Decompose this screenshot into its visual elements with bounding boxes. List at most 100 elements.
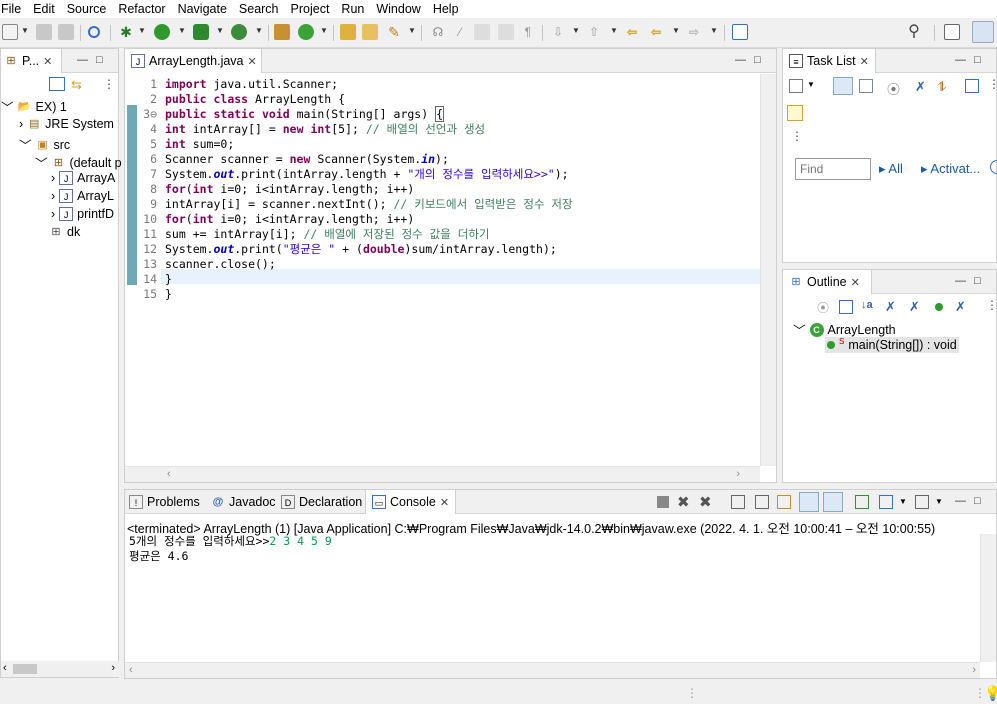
back-dropdown-icon[interactable]: ▼	[672, 26, 680, 35]
next-annotation-icon[interactable]: ⇩	[550, 24, 566, 40]
scroll-right-icon[interactable]: ›	[972, 664, 976, 676]
new-task-icon[interactable]	[789, 79, 803, 93]
menu-run[interactable]: Run	[335, 0, 370, 18]
menu-help[interactable]: Help	[427, 0, 465, 18]
horizontal-scrollbar[interactable]: ‹ ›	[125, 466, 760, 482]
focus-icon[interactable]: ⦿	[887, 79, 900, 98]
scroll-right-icon[interactable]: ›	[111, 662, 115, 674]
view-menu-icon[interactable]: ⋮	[103, 77, 115, 91]
new-class-dropdown-icon[interactable]: ▼	[320, 26, 328, 35]
scroll-thumb[interactable]	[13, 664, 37, 674]
menu-search[interactable]: Search	[233, 0, 285, 18]
tree-item-dk[interactable]: ⊞ dk	[49, 225, 80, 239]
sort-icon[interactable]: ↓a	[861, 299, 873, 311]
tree-item-project[interactable]: ﹀ 📂 EX) 1	[1, 97, 67, 116]
collapse-all-icon[interactable]	[965, 79, 979, 93]
hide-static-icon[interactable]: ✗	[909, 299, 920, 315]
search-icon[interactable]: ⚲	[906, 24, 922, 40]
scheduled-icon[interactable]	[859, 79, 873, 93]
display-console-dropdown-icon[interactable]: ▼	[899, 497, 907, 506]
tip-lightbulb-icon[interactable]: 💡	[984, 685, 997, 702]
save-all-icon[interactable]	[58, 24, 74, 40]
hide-local-types-icon[interactable]: ✗	[955, 299, 966, 315]
vertical-scrollbar[interactable]	[980, 534, 996, 662]
tree-item-jre[interactable]: › ▤ JRE System	[19, 117, 114, 131]
external-tools-dropdown-icon[interactable]: ▼	[255, 26, 263, 35]
menu-edit[interactable]: Edit	[27, 0, 61, 18]
collapse-all-icon[interactable]	[49, 77, 65, 91]
group-icon[interactable]: ⦿	[817, 299, 829, 316]
forward-icon[interactable]: ⇨	[686, 24, 702, 40]
next-annotation-dropdown-icon[interactable]: ▼	[572, 26, 580, 35]
remove-launch-icon[interactable]: ✖	[677, 493, 690, 511]
show-whitespace-icon[interactable]: ¶	[520, 24, 536, 40]
new-task-dropdown-icon[interactable]: ▼	[807, 80, 815, 89]
open-perspective-icon[interactable]	[944, 24, 960, 40]
find-input[interactable]	[795, 158, 871, 180]
close-icon[interactable]: ✕	[248, 55, 257, 68]
hide-fields-icon[interactable]: ✗	[885, 299, 896, 315]
close-icon[interactable]: ✕	[851, 276, 860, 289]
open-console-icon[interactable]	[915, 495, 929, 509]
coverage-dropdown-icon[interactable]: ▼	[216, 26, 224, 35]
menu-project[interactable]: Project	[285, 0, 336, 18]
code-editor[interactable]: 1 2 3⊖ 4 5 6 7 8 9 10 11 12 13 14 15 import java.util.…	[125, 74, 760, 466]
scroll-left-icon[interactable]: ‹	[129, 664, 133, 676]
tree-item-src[interactable]: ﹀ ▣ src	[19, 135, 70, 154]
word-wrap-icon[interactable]	[498, 24, 514, 40]
new-dropdown-icon[interactable]: ▼	[21, 26, 29, 35]
close-icon[interactable]: ✕	[440, 496, 449, 509]
external-tools-icon[interactable]	[231, 24, 247, 40]
toggle-edit-icon[interactable]: ⁄	[452, 24, 468, 40]
console-output[interactable]: 5개의 정수를 입력하세요>>2 3 4 5 9 평균은 4.6	[129, 534, 332, 564]
new-class-icon[interactable]	[298, 24, 314, 40]
tree-item-file[interactable]: › J ArrayL	[51, 189, 114, 203]
editor-tab-arraylength[interactable]: J ArrayLength.java ✕	[124, 48, 262, 73]
activate-task-icon[interactable]	[787, 105, 803, 121]
help-icon[interactable]	[990, 160, 997, 174]
outline-tab[interactable]: ⊞ Outline ✕	[782, 269, 872, 294]
new-file-icon[interactable]	[2, 24, 18, 40]
debug-dropdown-icon[interactable]: ▼	[138, 26, 146, 35]
open-type-icon[interactable]	[88, 26, 100, 38]
collapse-all-icon[interactable]	[839, 300, 853, 314]
last-edit-icon[interactable]: ⇦	[624, 24, 640, 40]
save-icon[interactable]	[36, 24, 52, 40]
word-wrap-icon[interactable]	[777, 495, 791, 509]
link-editor-icon[interactable]: ⇆	[71, 77, 82, 93]
show-stderr-icon[interactable]	[823, 492, 843, 512]
min-max-icon[interactable]: —□	[77, 54, 111, 66]
filter-all-link[interactable]: ▸ All	[879, 161, 903, 177]
synchronize-icon[interactable]: ⥮	[937, 79, 946, 95]
scroll-left-icon[interactable]: ‹	[3, 662, 7, 674]
tab-problems[interactable]: ! Problems	[129, 490, 200, 514]
package-explorer-tab[interactable]: ⊞ P... ✕	[0, 48, 62, 73]
java-perspective-icon[interactable]	[972, 21, 994, 43]
tab-console[interactable]: ▭ Console ✕	[365, 489, 457, 514]
categorized-icon[interactable]	[833, 77, 853, 95]
view-menu-icon[interactable]: ⋮	[988, 77, 997, 91]
task-list-tab[interactable]: ≡ Task List ✕	[782, 48, 876, 73]
tree-item-file[interactable]: › JprintfD	[51, 207, 114, 221]
open-task-icon[interactable]	[362, 24, 378, 40]
outline-method-node[interactable]: S main(String[]) : void	[825, 337, 959, 353]
hide-completed-icon[interactable]: ✗	[915, 79, 926, 95]
min-max-icon[interactable]: —□	[955, 275, 989, 287]
scroll-left-icon[interactable]: ‹	[167, 468, 171, 480]
clear-console-icon[interactable]	[731, 495, 745, 509]
min-max-icon[interactable]: —□	[955, 54, 989, 66]
menu-file[interactable]: File	[0, 0, 27, 18]
menu-source[interactable]: Source	[61, 0, 113, 18]
prev-annotation-icon[interactable]: ⇧	[586, 24, 602, 40]
options-icon[interactable]: ⋮	[791, 129, 803, 143]
search-dropdown-icon[interactable]: ▼	[408, 26, 416, 35]
menu-refactor[interactable]: Refactor	[112, 0, 171, 18]
min-max-icon[interactable]: —□	[955, 495, 989, 507]
display-console-icon[interactable]	[879, 495, 893, 509]
back-icon[interactable]: ⇦	[648, 24, 664, 40]
view-menu-icon[interactable]: ⋮	[986, 298, 997, 312]
coverage-icon[interactable]	[193, 24, 209, 40]
horizontal-scrollbar[interactable]: ‹ ›	[1, 661, 119, 677]
menu-window[interactable]: Window	[370, 0, 426, 18]
horizontal-scrollbar[interactable]: ‹ ›	[125, 662, 980, 678]
